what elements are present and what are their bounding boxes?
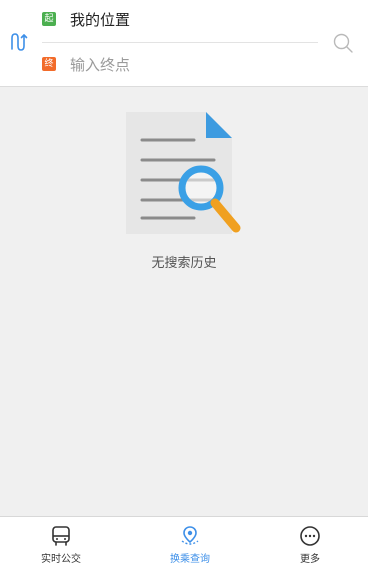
route-input-panel: 起 我的位置 终 输入终点 — [0, 0, 368, 87]
tab-realtime-bus[interactable]: 实时公交 — [11, 517, 111, 571]
destination-row[interactable]: 终 输入终点 — [42, 53, 130, 75]
tab-more[interactable]: 更多 — [260, 517, 360, 571]
start-badge: 起 — [42, 12, 56, 26]
swap-route-icon[interactable] — [8, 30, 32, 54]
start-location-row[interactable]: 起 我的位置 — [42, 8, 130, 30]
destination-input[interactable]: 输入终点 — [70, 54, 130, 75]
tab-transfer-query-label: 换乘查询 — [170, 554, 210, 565]
tab-more-label: 更多 — [300, 554, 320, 565]
more-icon — [300, 526, 320, 546]
tab-transfer-query[interactable]: 换乘查询 — [140, 517, 240, 571]
empty-history-illustration — [126, 112, 241, 234]
end-badge: 终 — [42, 57, 56, 71]
route-location-icon — [181, 526, 199, 545]
divider — [42, 42, 318, 43]
tab-realtime-bus-label: 实时公交 — [41, 554, 81, 565]
search-icon[interactable] — [332, 32, 354, 54]
empty-history-message: 无搜索历史 — [151, 256, 217, 271]
bus-icon — [52, 526, 70, 546]
start-location-text[interactable]: 我的位置 — [70, 9, 130, 30]
bottom-tab-bar: 实时公交 换乘查询 更多 — [0, 516, 368, 571]
